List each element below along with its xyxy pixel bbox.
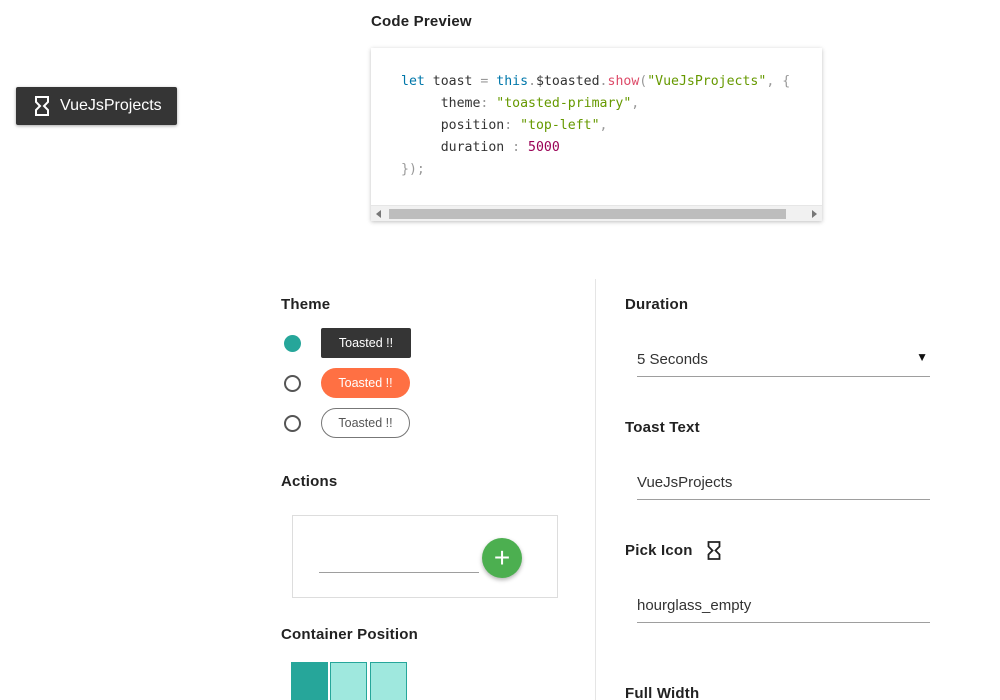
- code-block: let toast = this.$toasted.show("VueJsPro…: [371, 48, 822, 205]
- toast-text-value: VueJsProjects: [637, 474, 733, 491]
- theme-heading: Theme: [281, 296, 331, 313]
- position-top-right[interactable]: [370, 662, 407, 700]
- position-top-left[interactable]: [291, 662, 328, 700]
- position-top-center[interactable]: [330, 662, 367, 700]
- container-position-heading: Container Position: [281, 626, 418, 643]
- actions-heading: Actions: [281, 473, 338, 490]
- theme-option-orange[interactable]: Toasted !!: [284, 368, 410, 398]
- code-token: .: [528, 74, 537, 89]
- icon-name-value: hourglass_empty: [637, 597, 752, 614]
- theme-chip-orange[interactable]: Toasted !!: [321, 368, 410, 398]
- column-divider: [595, 279, 596, 700]
- full-width-heading: Full Width: [625, 685, 700, 700]
- code-preview-card: let toast = this.$toasted.show("VueJsPro…: [371, 48, 822, 221]
- code-token: let: [401, 74, 425, 89]
- action-text-input[interactable]: [319, 571, 479, 573]
- duration-select[interactable]: 5 Seconds ▼: [637, 343, 930, 377]
- toast-text-input[interactable]: VueJsProjects: [637, 466, 930, 500]
- actions-card: +: [292, 515, 558, 598]
- code-preview-title: Code Preview: [371, 13, 472, 30]
- theme-radio-dark[interactable]: [284, 334, 301, 352]
- dropdown-arrow-icon: ▼: [916, 350, 928, 364]
- code-token: });: [401, 162, 425, 177]
- add-action-button[interactable]: +: [482, 538, 522, 578]
- code-token: :: [512, 140, 521, 155]
- code-token: position: [401, 118, 505, 133]
- icon-name-input[interactable]: hourglass_empty: [637, 589, 930, 623]
- hourglass-icon: [35, 96, 49, 116]
- theme-radio-orange[interactable]: [284, 374, 301, 392]
- theme-chip-dark[interactable]: Toasted !!: [321, 328, 411, 358]
- code-token: this: [488, 74, 529, 89]
- scroll-right-icon[interactable]: [812, 210, 817, 218]
- duration-heading: Duration: [625, 296, 689, 313]
- pick-icon-heading: Pick Icon: [625, 542, 693, 559]
- toast-notification[interactable]: VueJsProjects: [16, 87, 177, 125]
- code-token: , {: [766, 74, 791, 89]
- code-token: $toasted: [536, 74, 600, 89]
- horizontal-scrollbar[interactable]: [371, 205, 822, 221]
- code-token: "toasted-primary": [488, 96, 632, 111]
- code-token: theme: [401, 96, 481, 111]
- code-token: toast: [424, 74, 481, 89]
- theme-radio-outline[interactable]: [284, 414, 301, 432]
- scroll-left-icon[interactable]: [376, 210, 381, 218]
- code-token: duration: [401, 140, 513, 155]
- hourglass-icon: [707, 541, 721, 560]
- theme-option-dark[interactable]: Toasted !!: [284, 328, 411, 358]
- toast-text: VueJsProjects: [60, 97, 162, 114]
- scroll-thumb[interactable]: [389, 209, 786, 219]
- code-token: "top-left": [512, 118, 600, 133]
- theme-chip-outline[interactable]: Toasted !!: [321, 408, 410, 438]
- code-token: 5000: [520, 140, 560, 155]
- code-token: ,: [631, 96, 640, 111]
- code-token: "VueJsProjects": [647, 74, 767, 89]
- duration-selected-value: 5 Seconds: [637, 351, 708, 368]
- code-token: show: [607, 74, 640, 89]
- code-token: ,: [599, 118, 608, 133]
- toast-text-heading: Toast Text: [625, 419, 700, 436]
- code-token: :: [504, 118, 513, 133]
- theme-option-outline[interactable]: Toasted !!: [284, 408, 410, 438]
- plus-icon: +: [493, 542, 511, 573]
- code-token: .: [599, 74, 608, 89]
